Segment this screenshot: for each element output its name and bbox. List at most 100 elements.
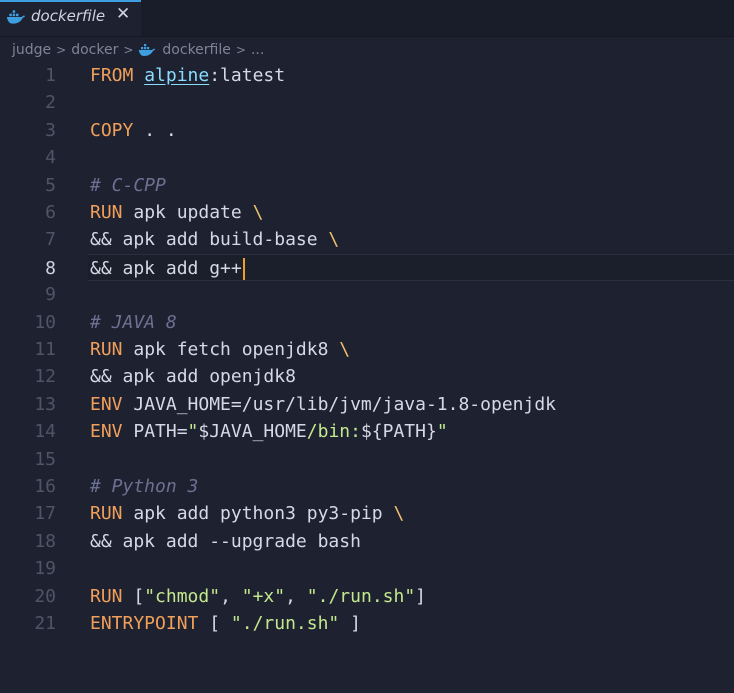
code-token: COPY: [90, 119, 134, 141]
line-number: 21: [34, 613, 56, 634]
code-token: :latest: [209, 65, 286, 86]
code-token: ENV: [90, 421, 123, 443]
code-token: && apk add --upgrade bash: [90, 530, 361, 552]
breadcrumb-item-more[interactable]: ...: [251, 42, 264, 58]
code-line[interactable]: 8 && apk add g++: [45, 253, 734, 282]
code-line[interactable]: 20 RUN ["chmod", "+x", "./run.sh"]: [0, 583, 734, 610]
code-line[interactable]: 14 ENV PATH="$JAVA_HOME/bin:${PATH}": [0, 418, 734, 445]
code-token: . .: [133, 119, 177, 141]
code-text: ENV JAVA_HOME=/usr/lib/jvm/java-1.8-open…: [90, 391, 556, 418]
code-text: ENV PATH="$JAVA_HOME/bin:${PATH}": [90, 418, 448, 445]
code-token: RUN: [90, 339, 123, 360]
code-line[interactable]: 11 RUN apk fetch openjdk8 \: [0, 336, 734, 363]
code-line[interactable]: 9: [0, 281, 734, 308]
code-line[interactable]: 17 RUN apk add python3 py3-pip \: [0, 500, 734, 527]
code-text: RUN apk update \: [90, 199, 263, 226]
line-number: 15: [34, 448, 56, 470]
line-number: 17: [34, 503, 56, 525]
code-token: $JAVA_HOME: [198, 421, 307, 443]
code-line[interactable]: 10 # JAVA 8: [0, 309, 734, 336]
editor-window: dockerfile ✕ judge > docker > dockerfile…: [0, 0, 734, 693]
code-text: # Python 3: [90, 473, 198, 500]
code-token: ": [187, 421, 199, 443]
code-line[interactable]: 3 COPY . .: [0, 117, 734, 144]
docker-whale-icon: [6, 10, 26, 24]
code-text: && apk add --upgrade bash: [90, 528, 361, 555]
code-token: ": [436, 421, 448, 443]
line-number: 1: [45, 65, 56, 86]
code-token: /bin:: [306, 421, 361, 443]
code-text: && apk add build-base \: [90, 226, 339, 253]
code-token: ${PATH}: [360, 421, 437, 443]
code-line[interactable]: 2: [0, 89, 734, 116]
code-line[interactable]: 13 ENV JAVA_HOME=/usr/lib/jvm/java-1.8-op…: [0, 391, 734, 418]
code-token: RUN: [90, 202, 123, 223]
breadcrumb-separator: >: [235, 43, 246, 57]
code-token: "./run.sh": [306, 585, 416, 607]
code-token: ,: [220, 585, 242, 607]
code-token: "+x": [241, 585, 286, 607]
code-token: apk fetch openjdk8: [122, 339, 340, 360]
line-number: 5: [45, 174, 56, 196]
code-token: "./run.sh": [230, 613, 340, 634]
line-number: 10: [34, 311, 56, 333]
docker-whale-icon: [139, 44, 156, 56]
code-token: PATH=: [122, 421, 188, 443]
code-line[interactable]: 16 # Python 3: [0, 473, 734, 500]
code-line[interactable]: 1 FROM alpine:latest: [0, 62, 734, 89]
tab-title: dockerfile: [31, 7, 106, 25]
code-text: ENTRYPOINT [ "./run.sh" ]: [90, 610, 361, 637]
code-token: FROM: [90, 65, 145, 86]
code-token: RUN: [90, 585, 123, 607]
breadcrumb: judge > docker > dockerfile > ...: [12, 40, 264, 60]
line-number: 8: [45, 257, 56, 279]
code-token: && apk add build-base: [90, 229, 329, 251]
code-text: && apk add g++: [90, 255, 245, 282]
breadcrumb-item-judge[interactable]: judge: [12, 42, 51, 58]
code-line[interactable]: 6 RUN apk update \: [0, 199, 734, 226]
tab-dockerfile[interactable]: dockerfile ✕: [0, 0, 141, 36]
code-line[interactable]: 5 # C-CPP: [0, 172, 734, 199]
code-token: [: [198, 613, 231, 634]
code-line[interactable]: 15: [0, 446, 734, 473]
line-number: 16: [34, 476, 56, 497]
code-line[interactable]: 12 && apk add openjdk8: [0, 363, 734, 390]
code-token: # JAVA 8: [90, 311, 177, 333]
code-token: ENV: [90, 393, 123, 415]
code-line[interactable]: 21 ENTRYPOINT [ "./run.sh" ]: [0, 610, 734, 637]
line-number: 11: [34, 339, 56, 360]
code-token: =/usr/lib/jvm/java-1.8-openjdk: [230, 393, 556, 415]
code-token: apk update: [122, 202, 253, 223]
code-token: \: [339, 339, 351, 360]
code-editor[interactable]: 1 FROM alpine:latest 2 3 COPY . . 4 5 # C-CPP 6 R…: [0, 62, 734, 693]
code-token: ]: [415, 585, 427, 607]
code-text: RUN apk fetch openjdk8 \: [90, 336, 350, 363]
code-line[interactable]: 4: [0, 144, 734, 171]
tab-bar: dockerfile ✕: [0, 0, 734, 37]
text-cursor: [242, 257, 245, 280]
code-token: && apk add openjdk8: [90, 366, 296, 388]
code-token: # Python 3: [90, 476, 199, 497]
code-text: FROM alpine:latest: [90, 62, 285, 89]
code-text: RUN ["chmod", "+x", "./run.sh"]: [90, 583, 426, 610]
line-number: 18: [34, 530, 56, 552]
code-text: COPY . .: [90, 117, 177, 144]
breadcrumb-item-docker[interactable]: docker: [71, 42, 118, 58]
code-token: ENTRYPOINT: [90, 613, 199, 634]
breadcrumb-item-dockerfile[interactable]: dockerfile: [162, 42, 230, 58]
code-token: \: [328, 229, 340, 251]
code-text: # JAVA 8: [90, 309, 177, 336]
code-token: \: [252, 202, 264, 223]
line-number: 12: [34, 366, 56, 388]
line-number: 3: [45, 119, 56, 141]
code-line[interactable]: 19: [0, 555, 734, 582]
line-number: 6: [45, 202, 56, 223]
line-number: 19: [34, 558, 56, 580]
code-line[interactable]: 7 && apk add build-base \: [0, 226, 734, 253]
code-line[interactable]: 18 && apk add --upgrade bash: [0, 528, 734, 555]
code-token: ]: [339, 613, 361, 634]
code-token: RUN: [90, 503, 123, 525]
code-token: alpine: [144, 65, 210, 86]
close-icon[interactable]: ✕: [116, 4, 130, 24]
code-token: # C-CPP: [90, 174, 166, 196]
